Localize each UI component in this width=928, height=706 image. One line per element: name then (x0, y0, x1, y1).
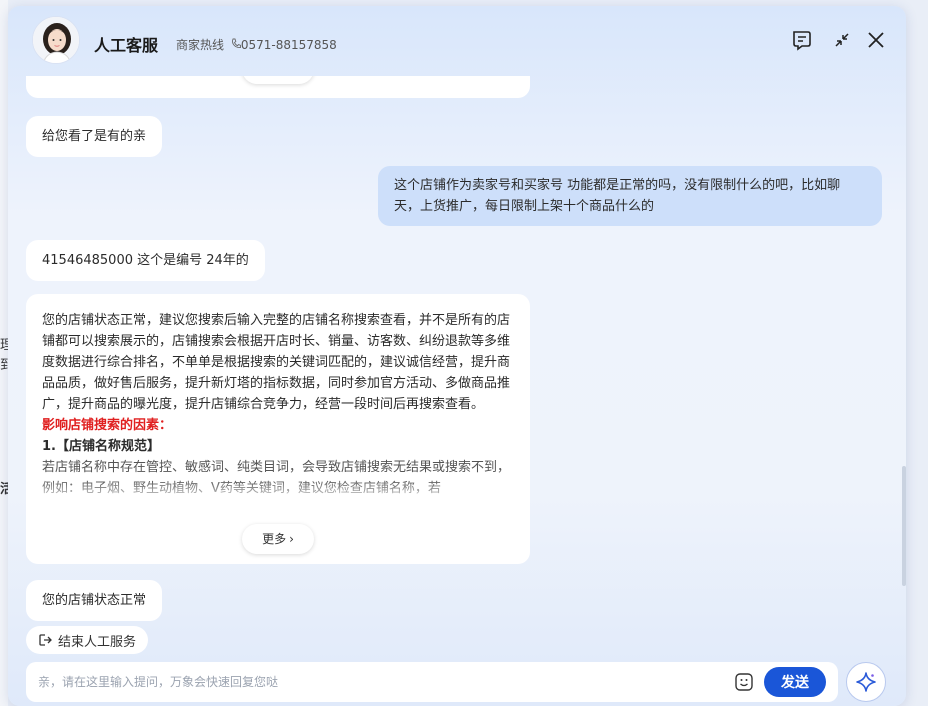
scrollbar[interactable] (902, 466, 906, 586)
agent-long-message-bubble: 您的店铺状态正常，建议您搜索后输入完整的店铺名称搜索查看，并不是所有的店铺都可以… (26, 294, 530, 564)
agent-message-bubble: 您的店铺状态正常 (26, 580, 163, 621)
send-button[interactable]: 发送 (764, 667, 826, 697)
end-service-label: 结束人工服务 (58, 634, 137, 650)
ai-assistant-button[interactable] (846, 662, 886, 702)
chat-title: 人工客服 (94, 36, 159, 55)
customer-service-chat-window: 人工客服 商家热线 0571-88157858 给您看了是有的亲 这个店铺作为卖… (8, 6, 906, 706)
collapse-arrows-icon (835, 33, 849, 47)
background-page-edge (0, 0, 8, 706)
hotline-label: 商家热线 (176, 38, 225, 52)
chat-record-button[interactable] (790, 28, 814, 52)
more-button-label: 更多 (262, 531, 287, 546)
message-body: 您的店铺状态正常，建议您搜索后输入完整的店铺名称搜索查看，并不是所有的店铺都可以… (42, 313, 511, 412)
hotline-number: 0571-88157858 (240, 38, 337, 52)
chat-record-icon (793, 31, 811, 51)
end-service-button[interactable]: 结束人工服务 (26, 626, 149, 654)
chevron-right-icon: › (289, 531, 294, 546)
agent-avatar-image (33, 17, 79, 63)
agent-avatar (32, 16, 80, 64)
more-button-label: 更多 (263, 76, 287, 78)
close-button[interactable] (864, 28, 888, 52)
chat-header: 人工客服 商家热线 0571-88157858 (8, 6, 906, 76)
message-heading: 影响店铺搜索的因素： (42, 418, 173, 433)
message-subheading: 1.【店铺名称规范】 (42, 439, 160, 454)
chevron-right-icon: › (289, 76, 294, 78)
agent-message-bubble: 给您看了是有的亲 (26, 116, 163, 157)
message-list: 更多 › 给您看了是有的亲 这个店铺作为卖家号和买家号 功能都是正常的吗，没有限… (8, 76, 906, 624)
close-icon (868, 32, 884, 48)
more-button[interactable]: 更多 › (242, 524, 314, 554)
agent-message-bubble: 41546485000 这个是编号 24年的 (26, 240, 265, 281)
phone-icon (231, 38, 241, 52)
emoji-button[interactable] (734, 672, 754, 692)
merchant-hotline: 商家热线 0571-88157858 (176, 36, 337, 53)
minimize-button[interactable] (830, 28, 854, 52)
message-input[interactable] (38, 672, 718, 692)
agent-message-bubble: 更多 › (26, 76, 530, 98)
emoji-icon (735, 673, 753, 691)
content-fade (26, 480, 530, 516)
message-input-bar: 发送 (26, 662, 838, 702)
exit-icon (39, 634, 52, 646)
sparkle-icon (856, 672, 876, 692)
user-message-bubble: 这个店铺作为卖家号和买家号 功能都是正常的吗，没有限制什么的吧，比如聊天，上货推… (378, 166, 882, 226)
long-message-content: 您的店铺状态正常，建议您搜索后输入完整的店铺名称搜索查看，并不是所有的店铺都可以… (42, 310, 514, 506)
more-button[interactable]: 更多 › (242, 76, 314, 84)
